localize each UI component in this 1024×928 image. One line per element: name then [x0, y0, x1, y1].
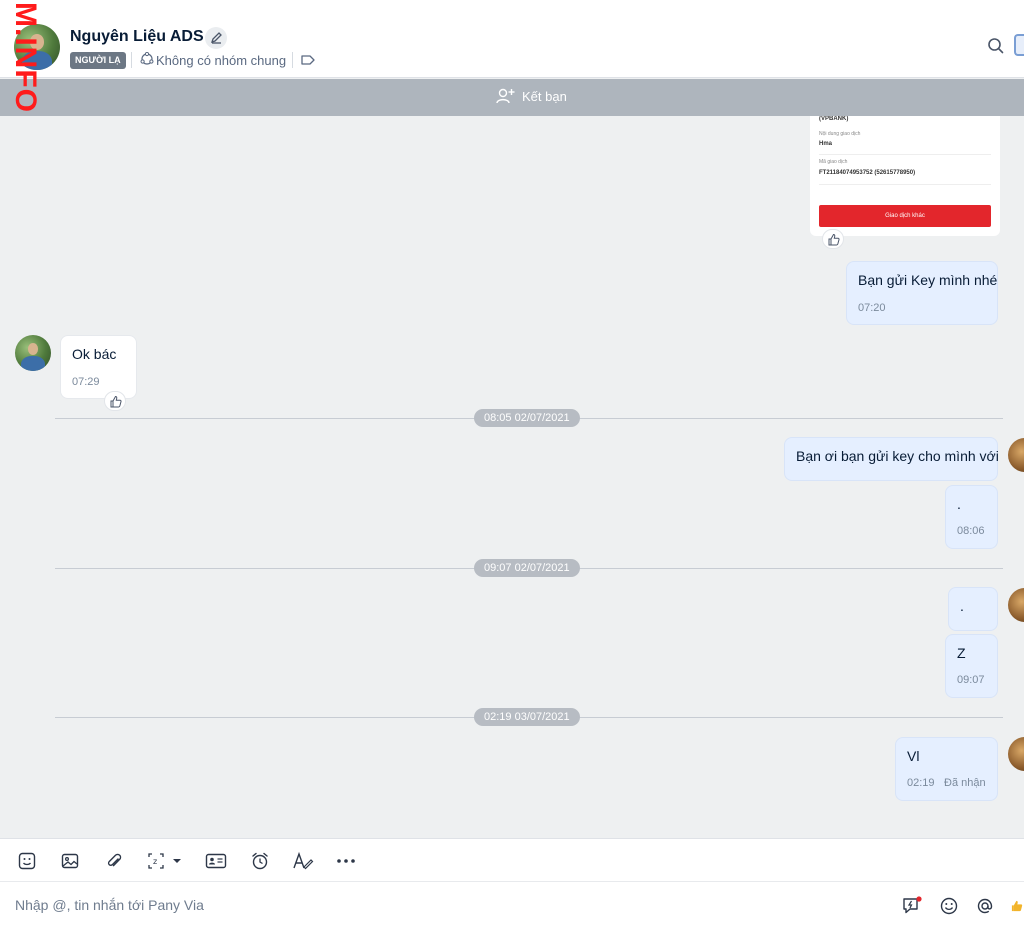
watermark-text: M.INFO [9, 2, 38, 113]
add-friend-bar[interactable]: Kết bạn [0, 79, 1024, 116]
my-avatar [1008, 438, 1024, 472]
message-text: Vl [907, 748, 920, 764]
message-status: Đã nhận [944, 777, 986, 789]
message-time: 09:07 [957, 674, 985, 686]
my-avatar [1008, 737, 1024, 771]
message-bubble-outgoing[interactable]: . [948, 587, 998, 631]
emoji-icon[interactable] [938, 895, 960, 917]
screenshot-dropdown-icon[interactable]: z [146, 849, 186, 873]
groups-icon [140, 51, 154, 71]
like-reaction-icon[interactable] [822, 229, 844, 249]
message-text: Bạn gửi Key mình nhé [858, 272, 998, 288]
mention-icon[interactable] [974, 895, 996, 917]
composer [0, 882, 1024, 928]
common-groups-text[interactable]: Không có nhóm chung [156, 53, 286, 68]
message-bubble-outgoing[interactable]: Bạn ơi bạn gửi key cho mình với [784, 437, 999, 481]
reminder-clock-icon[interactable] [248, 849, 272, 873]
stranger-badge: NGƯỜI LẠ [70, 52, 126, 69]
sender-avatar[interactable] [15, 335, 51, 371]
search-icon[interactable] [986, 36, 1006, 61]
tag-icon[interactable] [300, 53, 316, 72]
receipt-content-value: Hma [819, 141, 833, 147]
message-time: 07:20 [858, 302, 886, 314]
date-divider: 08:05 02/07/2021 [474, 409, 580, 427]
receipt-bank: (VPBANK) [819, 116, 849, 122]
add-friend-icon [496, 88, 515, 104]
like-send-icon[interactable] [1010, 895, 1024, 917]
message-input[interactable] [0, 882, 880, 928]
message-text: Bạn ơi bạn gửi key cho mình với [796, 448, 999, 464]
attachment-icon[interactable] [102, 849, 126, 873]
message-text: Ok bác [72, 346, 117, 362]
receipt-content-label: Nội dung giao dịch [819, 131, 861, 137]
receipt-code-value: FT21184074953752 (52615778950) [819, 170, 916, 176]
message-time: 08:06 [957, 525, 985, 537]
text-format-icon[interactable] [291, 849, 315, 873]
my-avatar [1008, 588, 1024, 622]
like-reaction-icon[interactable] [104, 391, 126, 411]
image-icon[interactable] [58, 849, 82, 873]
chat-header: Nguyên Liệu ADS NGƯỜI LẠ Không có nhóm c… [0, 0, 1024, 78]
message-bubble-outgoing[interactable]: Z 09:07 [945, 634, 998, 698]
receipt-code-label: Mã giao dịch [819, 159, 848, 165]
composer-toolbar: z [0, 838, 1024, 882]
contact-name[interactable]: Nguyên Liệu ADS [70, 28, 204, 46]
layout-toggle-icon[interactable] [1014, 34, 1024, 56]
more-options-icon[interactable] [334, 849, 358, 873]
message-text: Z [957, 645, 966, 661]
add-friend-label: Kết bạn [522, 88, 567, 104]
contact-card-icon[interactable] [204, 849, 228, 873]
message-time: 02:19 [907, 777, 935, 789]
message-text: . [957, 496, 961, 512]
edit-name-icon[interactable] [205, 27, 227, 49]
message-time: 07:29 [72, 376, 100, 388]
message-bubble-incoming[interactable]: Ok bác 07:29 [60, 335, 137, 399]
message-bubble-outgoing[interactable]: Bạn gửi Key mình nhé 07:20 [846, 261, 998, 325]
sticker-icon[interactable] [15, 849, 39, 873]
date-divider: 02:19 03/07/2021 [474, 708, 580, 726]
receipt-other-transaction-button: Giao dịch khác [819, 205, 991, 227]
message-text: . [960, 598, 964, 614]
bank-receipt-image[interactable]: (VPBANK) Nội dung giao dịch Hma Mã giao … [810, 116, 1000, 236]
message-list[interactable]: (VPBANK) Nội dung giao dịch Hma Mã giao … [0, 116, 1024, 838]
message-bubble-outgoing[interactable]: Vl 02:19 Đã nhận [895, 737, 998, 801]
divider [131, 52, 132, 68]
message-bubble-outgoing[interactable]: . 08:06 [945, 485, 998, 549]
svg-text:z: z [153, 857, 157, 866]
divider [292, 52, 293, 68]
quick-message-icon[interactable] [901, 895, 923, 917]
watermark: M.INFO [8, 0, 38, 150]
date-divider: 09:07 02/07/2021 [474, 559, 580, 577]
